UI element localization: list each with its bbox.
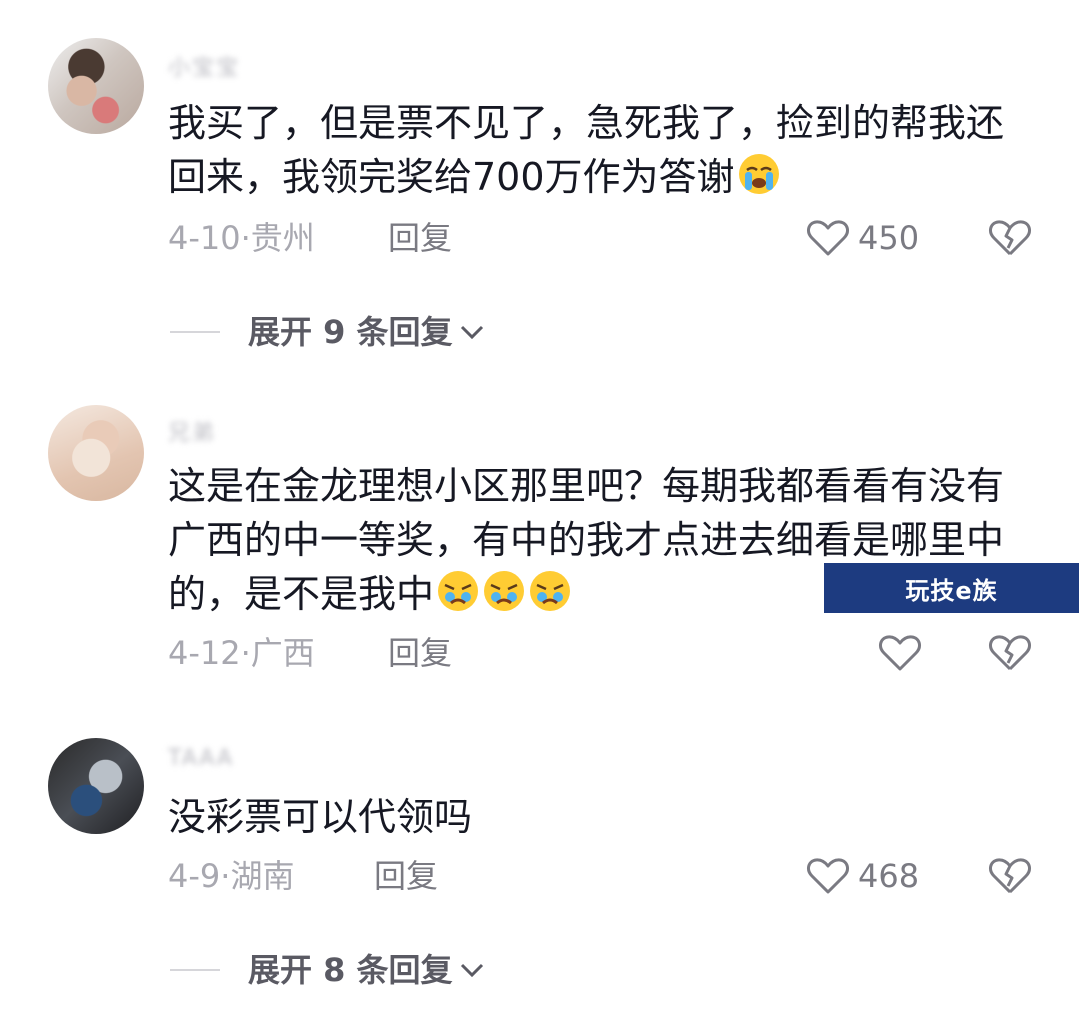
avatar[interactable] (48, 405, 144, 501)
comment-text: 没彩票可以代领吗 (168, 790, 1008, 844)
chevron-down-icon (460, 325, 483, 340)
username[interactable]: 兄弟 (168, 415, 216, 447)
broken-heart-icon[interactable] (988, 854, 1032, 898)
username[interactable]: TAAA (168, 746, 234, 771)
crying-face-icon (484, 571, 525, 611)
watermark-logo: 玩技e族 (824, 563, 1079, 613)
comment-text-content: 我买了，但是票不见了，急死我了，捡到的帮我还回来，我领完奖给700万作为答谢 (168, 101, 1005, 199)
reply-button[interactable]: 回复 (374, 854, 438, 898)
crying-face-icon (438, 571, 479, 611)
avatar[interactable] (48, 38, 144, 134)
heart-icon (807, 220, 849, 256)
like-count: 450 (858, 219, 920, 257)
like-button[interactable] (878, 631, 930, 675)
crying-face-icon (530, 571, 571, 611)
comment-location: 湖南 (230, 857, 295, 895)
expand-label: 展开 8 条回复 (248, 951, 453, 989)
username[interactable]: 小宝宝 (168, 50, 240, 82)
comment-date: 4-9 (168, 857, 221, 895)
expand-label: 展开 9 条回复 (248, 313, 453, 351)
reply-button[interactable]: 回复 (388, 631, 452, 675)
heart-icon (807, 858, 849, 894)
heart-icon (879, 635, 921, 671)
divider-line (170, 331, 220, 333)
expand-replies-button[interactable]: 展开 8 条回复 (170, 948, 485, 992)
comment-meta: 4-10·贵州 (168, 216, 315, 260)
comment-meta: 4-12·广西 (168, 631, 315, 675)
meta-separator: · (220, 857, 231, 895)
broken-heart-icon[interactable] (988, 216, 1032, 260)
reply-button[interactable]: 回复 (388, 216, 452, 260)
expand-replies-button[interactable]: 展开 9 条回复 (170, 310, 485, 354)
like-count: 468 (858, 857, 920, 895)
broken-heart-icon[interactable] (988, 631, 1032, 675)
meta-separator: · (240, 219, 251, 257)
comment-meta: 4-9·湖南 (168, 854, 294, 898)
comment-location: 广西 (250, 634, 315, 672)
comment-text: 我买了，但是票不见了，急死我了，捡到的帮我还回来，我领完奖给700万作为答谢 (168, 96, 1008, 204)
like-button[interactable]: 450 (806, 216, 919, 260)
loudly-crying-face-icon (738, 154, 779, 194)
comment-location: 贵州 (250, 219, 315, 257)
divider-line (170, 969, 220, 971)
like-button[interactable]: 468 (806, 854, 919, 898)
avatar[interactable] (48, 738, 144, 834)
comment-date: 4-12 (168, 634, 241, 672)
meta-separator: · (240, 634, 251, 672)
chevron-down-icon (460, 963, 483, 978)
comment-text-content: 没彩票可以代领吗 (168, 795, 473, 839)
comment-date: 4-10 (168, 219, 241, 257)
